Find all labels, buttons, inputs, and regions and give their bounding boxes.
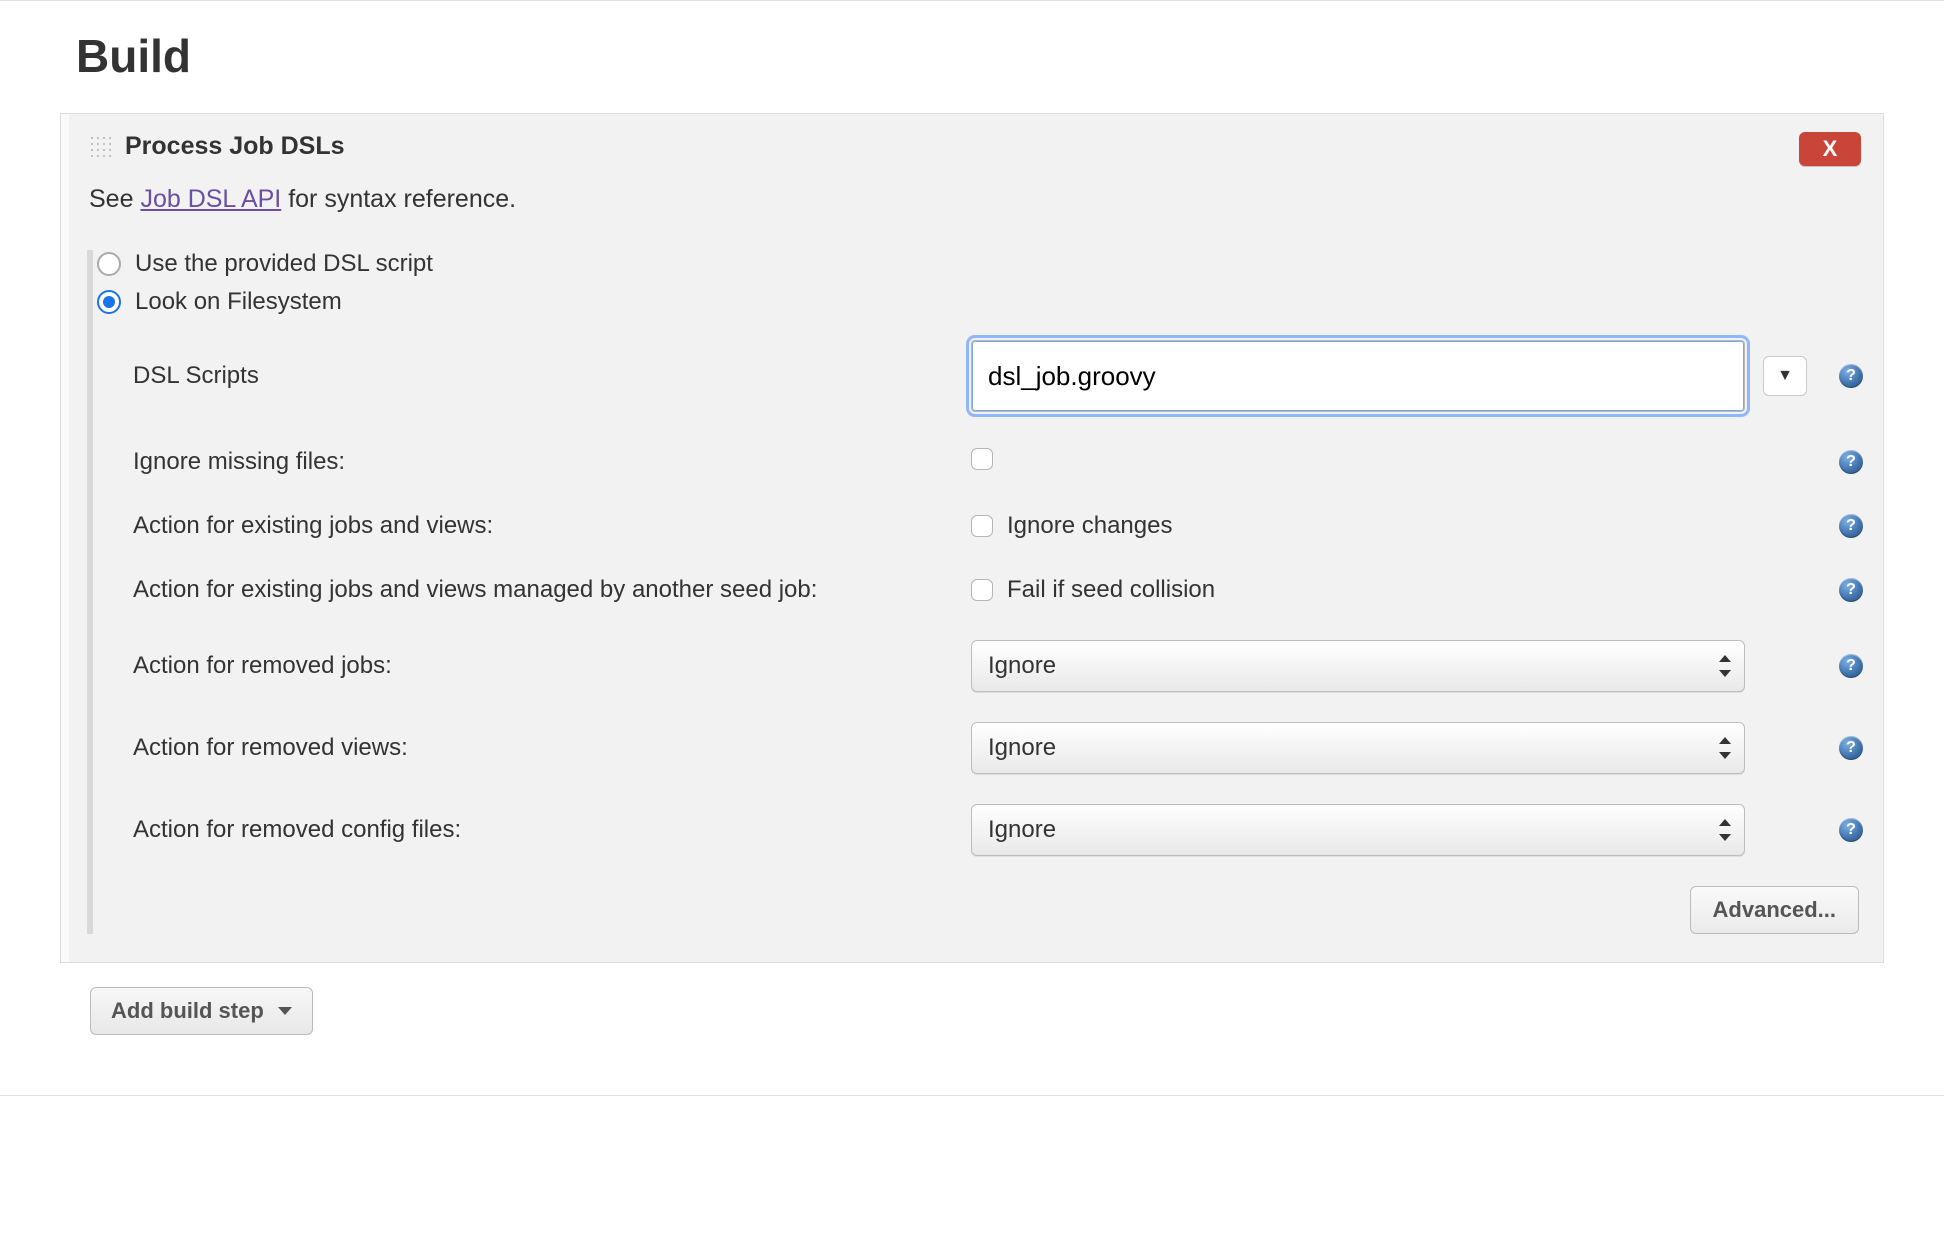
radio-icon [97, 252, 121, 276]
label-action-other-seed: Action for existing jobs and views manag… [133, 576, 953, 604]
removed-views-select[interactable]: Ignore [971, 722, 1745, 774]
checkbox-label: Fail if seed collision [1007, 576, 1215, 604]
label-action-removed-config: Action for removed config files: [133, 816, 953, 844]
section-heading-build: Build [76, 29, 1884, 83]
removed-jobs-select[interactable]: Ignore [971, 640, 1745, 692]
fail-if-seed-collision-checkbox[interactable] [971, 579, 993, 601]
ignore-changes-option[interactable]: Ignore changes [971, 512, 1745, 540]
button-label: Add build step [111, 998, 264, 1024]
help-icon[interactable]: ? [1839, 818, 1863, 842]
help-icon[interactable]: ? [1839, 514, 1863, 538]
label-action-removed-jobs: Action for removed jobs: [133, 652, 953, 680]
caret-down-icon [278, 1007, 292, 1015]
help-icon[interactable]: ? [1839, 578, 1863, 602]
radio-icon [97, 290, 121, 314]
syntax-reference-line: See Job DSL API for syntax reference. [89, 185, 1863, 214]
help-icon[interactable]: ? [1839, 736, 1863, 760]
label-dsl-scripts: DSL Scripts [133, 362, 953, 390]
add-build-step-button[interactable]: Add build step [90, 987, 313, 1035]
dsl-scripts-input[interactable] [971, 340, 1745, 412]
radio-look-on-filesystem[interactable]: Look on Filesystem [97, 288, 1863, 316]
radio-label: Look on Filesystem [135, 288, 342, 316]
ignore-changes-checkbox[interactable] [971, 515, 993, 537]
job-dsl-api-link[interactable]: Job DSL API [140, 185, 281, 213]
build-step-block: X Process Job DSLs See Job DSL API for s… [60, 113, 1884, 963]
label-action-removed-views: Action for removed views: [133, 734, 953, 762]
label-action-existing-jobs: Action for existing jobs and views: [133, 512, 953, 540]
ignore-missing-files-checkbox[interactable] [971, 448, 993, 470]
step-title: Process Job DSLs [125, 132, 345, 161]
help-icon[interactable]: ? [1839, 654, 1863, 678]
advanced-button[interactable]: Advanced... [1690, 886, 1859, 934]
chevron-down-icon: ▼ [1777, 367, 1793, 385]
removed-config-select[interactable]: Ignore [971, 804, 1745, 856]
help-icon[interactable]: ? [1839, 450, 1863, 474]
radio-label: Use the provided DSL script [135, 250, 433, 278]
help-icon[interactable]: ? [1839, 364, 1863, 388]
checkbox-label: Ignore changes [1007, 512, 1172, 540]
remove-step-button[interactable]: X [1799, 132, 1861, 166]
radio-use-provided-script[interactable]: Use the provided DSL script [97, 250, 1863, 278]
drag-handle-icon[interactable] [89, 135, 113, 159]
dsl-scripts-dropdown-button[interactable]: ▼ [1763, 356, 1807, 396]
label-ignore-missing-files: Ignore missing files: [133, 448, 953, 476]
fail-if-seed-collision-option[interactable]: Fail if seed collision [971, 576, 1745, 604]
